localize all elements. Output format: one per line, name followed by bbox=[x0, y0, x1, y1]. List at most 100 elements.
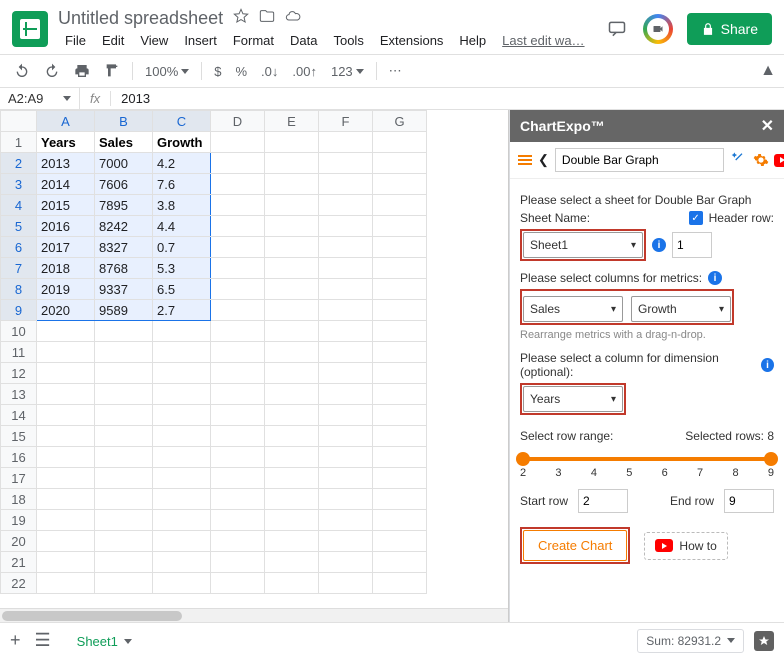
move-icon[interactable] bbox=[259, 8, 275, 29]
cell[interactable]: 2020 bbox=[37, 300, 95, 321]
cell[interactable] bbox=[153, 321, 211, 342]
cell[interactable] bbox=[265, 531, 319, 552]
cell[interactable]: 2018 bbox=[37, 258, 95, 279]
create-chart-button[interactable]: Create Chart bbox=[523, 530, 627, 561]
cell[interactable] bbox=[37, 363, 95, 384]
cell[interactable] bbox=[373, 237, 427, 258]
cell[interactable] bbox=[153, 363, 211, 384]
cell[interactable]: 0.7 bbox=[153, 237, 211, 258]
cell[interactable] bbox=[373, 363, 427, 384]
cell[interactable] bbox=[37, 552, 95, 573]
doc-title[interactable]: Untitled spreadsheet bbox=[58, 8, 223, 29]
cell[interactable] bbox=[153, 510, 211, 531]
cell[interactable] bbox=[373, 300, 427, 321]
cell[interactable] bbox=[319, 384, 373, 405]
cell[interactable]: 2016 bbox=[37, 216, 95, 237]
dec-decrease-icon[interactable]: .0↓ bbox=[255, 60, 284, 83]
menu-extensions[interactable]: Extensions bbox=[373, 31, 451, 50]
cell[interactable] bbox=[373, 132, 427, 153]
hamburger-icon[interactable] bbox=[518, 155, 532, 165]
cell[interactable] bbox=[373, 531, 427, 552]
cell[interactable] bbox=[265, 426, 319, 447]
cell[interactable] bbox=[211, 300, 265, 321]
cell[interactable] bbox=[265, 258, 319, 279]
menu-tools[interactable]: Tools bbox=[326, 31, 370, 50]
cell[interactable] bbox=[37, 573, 95, 594]
cell[interactable] bbox=[373, 174, 427, 195]
start-row-input[interactable] bbox=[578, 489, 628, 513]
cell[interactable] bbox=[211, 489, 265, 510]
formula-input[interactable]: 2013 bbox=[111, 91, 160, 106]
cell[interactable] bbox=[211, 573, 265, 594]
info-icon[interactable]: i bbox=[708, 271, 722, 285]
menu-data[interactable]: Data bbox=[283, 31, 324, 50]
dec-increase-icon[interactable]: .00↑ bbox=[286, 60, 323, 83]
menu-format[interactable]: Format bbox=[226, 31, 281, 50]
undo-icon[interactable] bbox=[8, 59, 36, 83]
cell[interactable] bbox=[319, 447, 373, 468]
cell[interactable] bbox=[265, 489, 319, 510]
cell[interactable] bbox=[37, 384, 95, 405]
cell[interactable] bbox=[153, 447, 211, 468]
info-icon[interactable]: i bbox=[652, 238, 666, 252]
cell[interactable] bbox=[265, 174, 319, 195]
cell[interactable] bbox=[211, 216, 265, 237]
cell[interactable] bbox=[373, 426, 427, 447]
sheet-tab[interactable]: Sheet1 bbox=[65, 626, 144, 655]
cell[interactable] bbox=[153, 531, 211, 552]
cell[interactable]: 2017 bbox=[37, 237, 95, 258]
share-button[interactable]: Share bbox=[687, 13, 772, 45]
close-icon[interactable]: ✕ bbox=[761, 116, 774, 136]
cell[interactable] bbox=[373, 279, 427, 300]
howto-button[interactable]: How to bbox=[644, 532, 727, 560]
cell[interactable] bbox=[319, 132, 373, 153]
cell[interactable] bbox=[211, 405, 265, 426]
cell[interactable] bbox=[373, 153, 427, 174]
cell[interactable] bbox=[37, 531, 95, 552]
header-row-checkbox[interactable]: ✓ bbox=[689, 211, 703, 225]
cell[interactable] bbox=[153, 552, 211, 573]
cell[interactable] bbox=[95, 426, 153, 447]
row-range-slider[interactable]: 23456789 bbox=[520, 449, 774, 479]
cell[interactable] bbox=[211, 552, 265, 573]
cell[interactable] bbox=[211, 279, 265, 300]
cell[interactable] bbox=[319, 426, 373, 447]
cell[interactable] bbox=[153, 342, 211, 363]
cell[interactable] bbox=[95, 342, 153, 363]
cell[interactable] bbox=[95, 384, 153, 405]
cell[interactable] bbox=[95, 468, 153, 489]
cell[interactable]: Sales bbox=[95, 132, 153, 153]
cell[interactable] bbox=[37, 426, 95, 447]
print-icon[interactable] bbox=[68, 59, 96, 83]
cell[interactable] bbox=[319, 258, 373, 279]
cell[interactable] bbox=[319, 279, 373, 300]
cell[interactable] bbox=[37, 321, 95, 342]
cell[interactable]: 8242 bbox=[95, 216, 153, 237]
cell[interactable] bbox=[319, 342, 373, 363]
menu-file[interactable]: File bbox=[58, 31, 93, 50]
info-icon[interactable]: i bbox=[761, 358, 774, 372]
cell[interactable] bbox=[211, 174, 265, 195]
end-row-input[interactable] bbox=[724, 489, 774, 513]
cell[interactable] bbox=[319, 216, 373, 237]
cell[interactable] bbox=[211, 195, 265, 216]
cell[interactable] bbox=[319, 174, 373, 195]
cell[interactable]: 2.7 bbox=[153, 300, 211, 321]
cell[interactable] bbox=[373, 447, 427, 468]
cell[interactable] bbox=[319, 195, 373, 216]
cell[interactable] bbox=[265, 468, 319, 489]
cell[interactable] bbox=[265, 363, 319, 384]
sum-display[interactable]: Sum: 82931.2 bbox=[637, 629, 744, 653]
cell[interactable] bbox=[211, 153, 265, 174]
cell[interactable] bbox=[265, 237, 319, 258]
cell[interactable] bbox=[37, 447, 95, 468]
cell[interactable]: 7895 bbox=[95, 195, 153, 216]
cell[interactable]: 3.8 bbox=[153, 195, 211, 216]
cell[interactable] bbox=[319, 573, 373, 594]
comments-icon[interactable] bbox=[605, 17, 629, 41]
menu-edit[interactable]: Edit bbox=[95, 31, 131, 50]
cell[interactable] bbox=[37, 489, 95, 510]
cell[interactable] bbox=[373, 258, 427, 279]
percent-icon[interactable]: % bbox=[229, 60, 253, 83]
zoom-select[interactable]: 100% bbox=[139, 60, 195, 83]
